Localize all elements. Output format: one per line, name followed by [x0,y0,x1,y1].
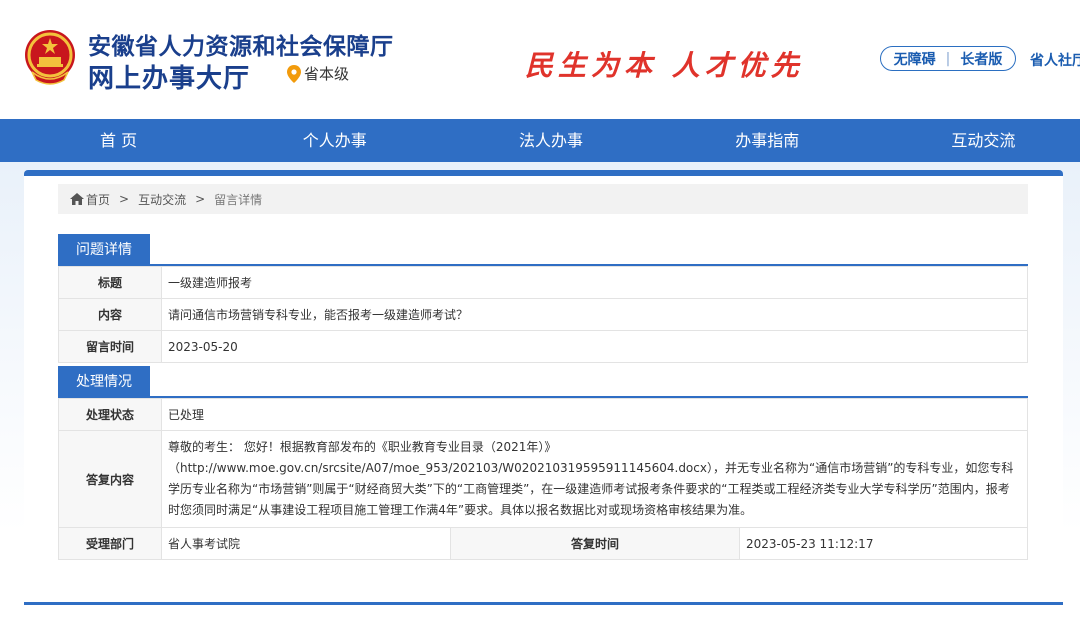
nav-item-personal[interactable]: 个人办事 [238,119,431,162]
reply-line-greeting: 尊敬的考生： 您好！根据教育部发布的《职业教育专业目录（2021年）》 [168,440,557,454]
question-table: 标题 一级建造师报考 内容 请问通信市场营销专科专业，能否报考一级建造师考试？ … [58,266,1028,363]
table-row: 处理状态 已处理 [58,398,1028,431]
nav-item-interaction[interactable]: 互动交流 [887,119,1080,162]
breadcrumb-separator: > [195,192,206,206]
breadcrumb-separator: > [119,192,130,206]
site-subtitle: 网上办事大厅 [88,64,251,94]
breadcrumb-current: 留言详情 [214,192,263,207]
question-section-title: 问题详情 [58,234,150,266]
nav-item-home[interactable]: 首 页 [22,119,215,162]
status-label: 处理状态 [58,398,162,431]
title-label: 标题 [58,266,162,299]
location-selector[interactable]: 省本级 [287,63,349,84]
dept-value: 省人事考试院 [161,527,451,560]
reply-line-body: （http://www.moe.gov.cn/srcsite/A07/moe_9… [168,461,1014,517]
location-text: 省本级 [304,65,350,83]
content-panel: 首页 > 互动交流 > 留言详情 问题详情 标题 一级建造师报考 内容 请问通信… [24,170,1063,580]
reply-time-label: 答复时间 [450,527,740,560]
content-value: 请问通信市场营销专科专业，能否报考一级建造师考试？ [161,298,1028,331]
handling-table: 处理状态 已处理 答复内容 尊敬的考生： 您好！根据教育部发布的《职业教育专业目… [58,398,1028,560]
national-emblem-icon [25,30,75,85]
status-value: 已处理 [161,398,1028,431]
reply-content: 尊敬的考生： 您好！根据教育部发布的《职业教育专业目录（2021年）》 （htt… [161,430,1028,528]
site-header: 安徽省人力资源和社会保障厅 网上办事大厅 省本级 民生为本 人才优先 无障碍 |… [0,0,1080,119]
nav-item-corporate[interactable]: 法人办事 [454,119,647,162]
time-label: 留言时间 [58,330,162,363]
slogan: 民生为本 人才优先 [525,49,804,82]
dept-label: 受理部门 [58,527,162,560]
reply-label: 答复内容 [58,430,162,528]
table-row: 标题 一级建造师报考 [58,266,1028,299]
reply-time-value: 2023-05-23 11:12:17 [739,527,1028,560]
table-row: 受理部门 省人事考试院 答复时间 2023-05-23 11:12:17 [58,527,1028,560]
nav-item-guide[interactable]: 办事指南 [671,119,864,162]
question-section-header: 问题详情 [58,234,1028,266]
pill-divider: | [945,50,951,67]
table-row: 留言时间 2023-05-20 [58,330,1028,363]
breadcrumb-home[interactable]: 首页 [86,191,110,208]
location-pin-icon [287,64,301,83]
accessibility-toggle-group: 无障碍 | 长者版 [880,46,1016,71]
dept-link[interactable]: 省人社厅 [1030,50,1080,70]
home-icon [70,193,84,205]
site-title: 安徽省人力资源和社会保障厅 [88,34,394,60]
handling-section-header: 处理情况 [58,366,1028,398]
breadcrumb: 首页 > 互动交流 > 留言详情 [58,184,1028,214]
footer-divider [24,602,1063,605]
table-row: 内容 请问通信市场营销专科专业，能否报考一级建造师考试？ [58,298,1028,331]
handling-section-title: 处理情况 [58,366,150,398]
table-row: 答复内容 尊敬的考生： 您好！根据教育部发布的《职业教育专业目录（2021年）》… [58,430,1028,528]
breadcrumb-interaction[interactable]: 互动交流 [138,191,186,208]
content-label: 内容 [58,298,162,331]
accessibility-button[interactable]: 无障碍 [890,49,940,69]
elder-mode-button[interactable]: 长者版 [956,49,1006,69]
main-nav: 首 页 个人办事 法人办事 办事指南 互动交流 [0,119,1080,162]
time-value: 2023-05-20 [161,330,1028,363]
title-value: 一级建造师报考 [161,266,1028,299]
